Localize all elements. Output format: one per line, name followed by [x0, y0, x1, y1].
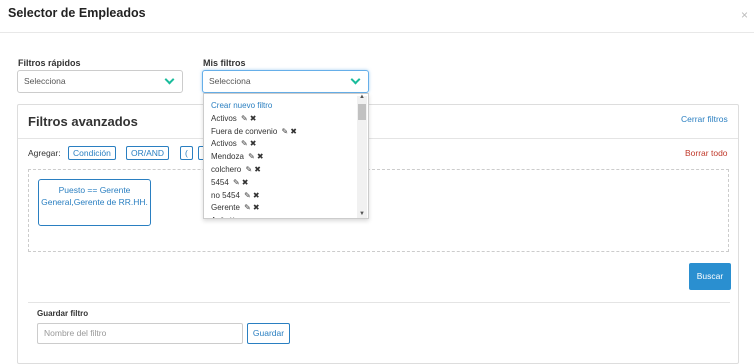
- list-item[interactable]: Mendoza ✎ ✖: [211, 151, 354, 164]
- filter-condition-card[interactable]: Puesto == Gerente General,Gerente de RR.…: [38, 179, 151, 226]
- filter-option-label: Activos: [211, 113, 237, 123]
- quick-filters-select[interactable]: Selecciona: [17, 70, 183, 93]
- add-condition-button[interactable]: Condición: [68, 146, 116, 160]
- delete-icon[interactable]: ✖: [257, 152, 264, 161]
- edit-icon[interactable]: ✎: [220, 216, 227, 218]
- delete-icon[interactable]: ✖: [250, 114, 257, 123]
- my-filters-label: Mis filtros: [203, 58, 246, 68]
- delete-icon[interactable]: ✖: [229, 216, 236, 218]
- add-open-paren-button[interactable]: (: [180, 146, 193, 160]
- advanced-filters-panel: Filtros avanzados Cerrar filtros Agregar…: [17, 104, 739, 364]
- header-divider: [0, 32, 754, 33]
- my-filters-value: Selecciona: [209, 76, 251, 86]
- modal-title: Selector de Empleados: [8, 6, 146, 20]
- edit-icon[interactable]: ✎: [282, 127, 289, 136]
- panel-divider: [18, 138, 738, 139]
- filter-option-label: 5454: [211, 177, 229, 187]
- edit-icon[interactable]: ✎: [241, 139, 248, 148]
- filter-option-label: A: [211, 216, 216, 218]
- delete-icon[interactable]: ✖: [254, 165, 261, 174]
- advanced-filters-title: Filtros avanzados: [28, 114, 138, 129]
- chevron-down-icon: [164, 74, 175, 85]
- edit-icon[interactable]: ✎: [248, 152, 255, 161]
- delete-icon[interactable]: ✖: [250, 139, 257, 148]
- list-item[interactable]: Activos ✎ ✖: [211, 113, 354, 126]
- edit-icon[interactable]: ✎: [244, 191, 251, 200]
- add-or-and-button[interactable]: OR/AND: [126, 146, 170, 160]
- scroll-down-icon[interactable]: ▼: [357, 211, 367, 217]
- edit-icon[interactable]: ✎: [244, 203, 251, 212]
- list-item[interactable]: colchero ✎ ✖: [211, 164, 354, 177]
- edit-icon[interactable]: ✎: [241, 114, 248, 123]
- list-item[interactable]: Fuera de convenio ✎ ✖: [211, 126, 354, 139]
- delete-icon[interactable]: ✖: [253, 203, 260, 212]
- filter-name-input[interactable]: Nombre del filtro: [37, 323, 243, 344]
- filter-option-label: no 5454: [211, 190, 240, 200]
- my-filters-dropdown: Crear nuevo filtro Activos ✎ ✖ Fuera de c…: [203, 93, 369, 219]
- list-item[interactable]: no 5454 ✎ ✖: [211, 190, 354, 203]
- clear-all-link[interactable]: Borrar todo: [685, 148, 728, 158]
- scroll-up-icon[interactable]: ▲: [357, 94, 367, 100]
- quick-filters-label: Filtros rápidos: [18, 58, 81, 68]
- save-filter-label: Guardar filtro: [37, 309, 89, 318]
- filter-option-label: Mendoza: [211, 152, 244, 162]
- scrollbar-thumb[interactable]: [358, 104, 366, 120]
- delete-icon[interactable]: ✖: [242, 178, 249, 187]
- search-button[interactable]: Buscar: [689, 263, 731, 290]
- edit-icon[interactable]: ✎: [233, 178, 240, 187]
- quick-filters-value: Selecciona: [24, 76, 66, 86]
- close-filters-link[interactable]: Cerrar filtros: [681, 114, 728, 124]
- list-item[interactable]: 5454 ✎ ✖: [211, 177, 354, 190]
- filter-option-label: Fuera de convenio: [211, 126, 278, 136]
- add-label: Agregar:: [28, 148, 61, 158]
- save-filter-button[interactable]: Guardar: [247, 323, 290, 344]
- filter-option-label: Activos: [211, 139, 237, 149]
- edit-icon[interactable]: ✎: [245, 165, 252, 174]
- save-divider: [28, 302, 730, 303]
- chevron-down-icon: [350, 74, 361, 85]
- filter-option-label: Gerente: [211, 203, 240, 213]
- close-icon[interactable]: ×: [741, 9, 748, 21]
- create-filter-option[interactable]: Crear nuevo filtro: [211, 100, 354, 113]
- delete-icon[interactable]: ✖: [290, 127, 297, 136]
- list-item[interactable]: A ✎✖: [211, 215, 354, 218]
- list-item[interactable]: Activos ✎ ✖: [211, 138, 354, 151]
- list-item[interactable]: Gerente ✎ ✖: [211, 202, 354, 215]
- delete-icon[interactable]: ✖: [253, 191, 260, 200]
- filter-option-label: colchero: [211, 164, 242, 174]
- my-filters-select[interactable]: Selecciona: [202, 70, 369, 93]
- filter-drop-area: Puesto == Gerente General,Gerente de RR.…: [28, 169, 729, 252]
